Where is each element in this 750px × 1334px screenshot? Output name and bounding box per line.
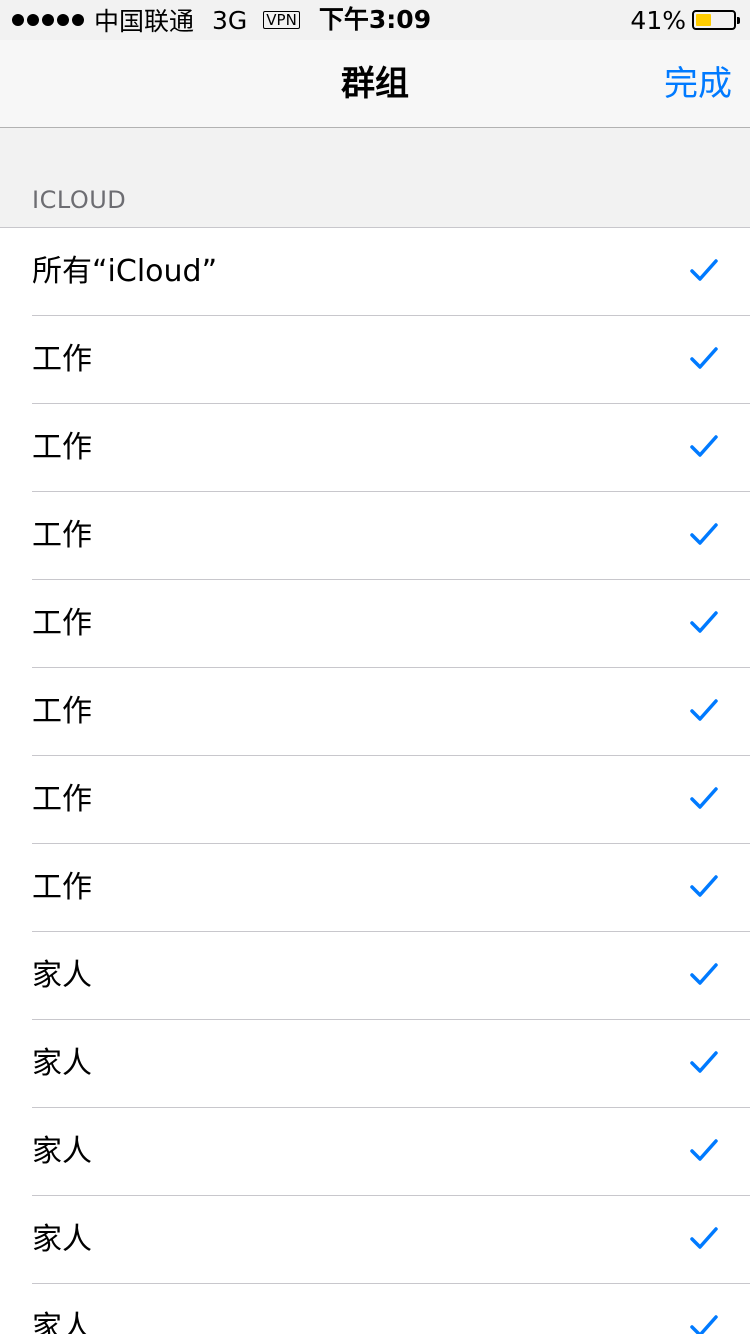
battery-icon bbox=[692, 10, 740, 30]
group-row-label: 家人 bbox=[32, 1046, 92, 1081]
group-row[interactable]: 工作 bbox=[0, 316, 750, 404]
battery-percent: 41% bbox=[630, 5, 686, 35]
group-row-label: 工作 bbox=[32, 870, 92, 905]
group-row[interactable]: 工作 bbox=[0, 492, 750, 580]
group-row[interactable]: 工作 bbox=[0, 404, 750, 492]
group-row[interactable]: 所有“iCloud” bbox=[0, 228, 750, 316]
checkmark-icon bbox=[690, 1227, 718, 1249]
group-row[interactable]: 家人 bbox=[0, 1196, 750, 1284]
group-row-label: 工作 bbox=[32, 694, 92, 729]
checkmark-icon bbox=[690, 347, 718, 369]
group-list: 所有“iCloud” 工作 工作 工作 工作 工作 工作 工作 家人 家人 家人 家人 家人 bbox=[0, 227, 750, 1334]
checkmark-icon bbox=[690, 523, 718, 545]
checkmark-icon bbox=[690, 435, 718, 457]
screen: 中国联通 3G VPN 下午3:09 41% 群组 完成 ICLOUD 所有“i… bbox=[0, 0, 750, 1334]
section-header-icloud: ICLOUD bbox=[32, 186, 127, 214]
group-row[interactable]: 家人 bbox=[0, 1108, 750, 1196]
checkmark-icon bbox=[690, 875, 718, 897]
battery-fill bbox=[696, 14, 711, 26]
page-title: 群组 bbox=[341, 64, 409, 104]
group-row[interactable]: 家人 bbox=[0, 1020, 750, 1108]
group-row-label: 工作 bbox=[32, 342, 92, 377]
group-row-label: 所有“iCloud” bbox=[32, 254, 218, 289]
group-row[interactable]: 家人 bbox=[0, 932, 750, 1020]
group-row[interactable]: 工作 bbox=[0, 668, 750, 756]
group-row[interactable]: 工作 bbox=[0, 580, 750, 668]
group-row-label: 工作 bbox=[32, 430, 92, 465]
done-button[interactable]: 完成 bbox=[664, 62, 732, 106]
status-bar: 中国联通 3G VPN 下午3:09 41% bbox=[0, 0, 750, 40]
checkmark-icon bbox=[690, 259, 718, 281]
group-row-label: 家人 bbox=[32, 958, 92, 993]
navigation-bar: 群组 完成 bbox=[0, 40, 750, 128]
checkmark-icon bbox=[690, 611, 718, 633]
checkmark-icon bbox=[690, 1139, 718, 1161]
checkmark-icon bbox=[690, 963, 718, 985]
group-row-label: 工作 bbox=[32, 518, 92, 553]
group-row[interactable]: 工作 bbox=[0, 844, 750, 932]
checkmark-icon bbox=[690, 1051, 718, 1073]
group-row-label: 家人 bbox=[32, 1134, 92, 1169]
group-row-label: 家人 bbox=[32, 1310, 92, 1334]
group-row[interactable]: 家人 bbox=[0, 1284, 750, 1334]
group-row-label: 工作 bbox=[32, 606, 92, 641]
group-row-label: 工作 bbox=[32, 782, 92, 817]
battery-nub bbox=[737, 17, 740, 24]
checkmark-icon bbox=[690, 1315, 718, 1334]
checkmark-icon bbox=[690, 699, 718, 721]
group-row-label: 家人 bbox=[32, 1222, 92, 1257]
status-right: 41% bbox=[630, 5, 740, 35]
checkmark-icon bbox=[690, 787, 718, 809]
group-row[interactable]: 工作 bbox=[0, 756, 750, 844]
